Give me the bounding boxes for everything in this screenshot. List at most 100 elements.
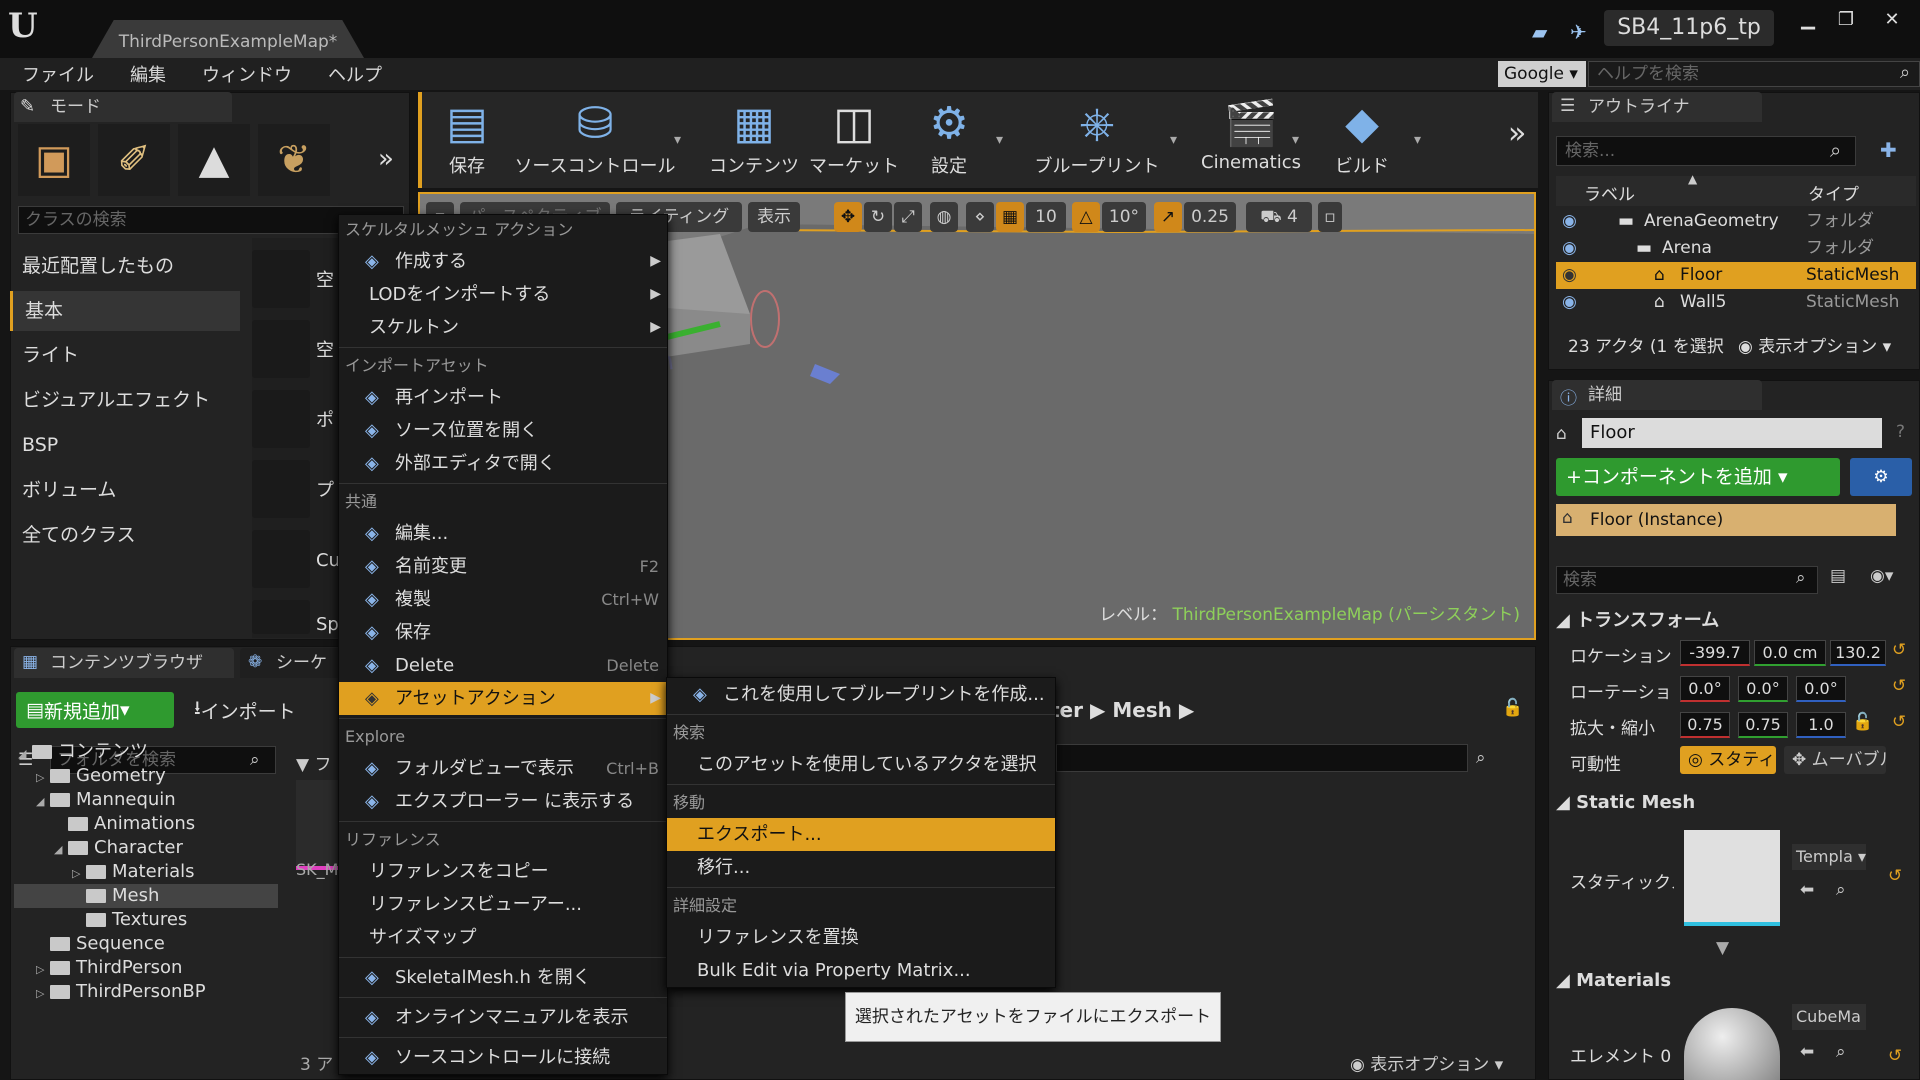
grid-snap-icon[interactable]: ▦ <box>996 202 1024 232</box>
menu-item[interactable]: ◈ 外部エディタで開く <box>339 447 667 480</box>
folder-tree-item[interactable]: Sequence <box>14 932 278 956</box>
rotation-snap-icon[interactable]: △ <box>1072 202 1100 232</box>
folder-tree-item[interactable]: ◢ Mannequin <box>14 788 278 812</box>
location-y[interactable]: 0.0 cm <box>1754 640 1826 666</box>
build-dropdown-icon[interactable]: ▾ <box>1414 132 1421 148</box>
add-component-button[interactable]: +コンポーネントを追加 ▾ <box>1556 458 1840 496</box>
column-label[interactable]: ラベル <box>1584 180 1635 205</box>
reset-icon[interactable]: ↺ <box>1892 712 1906 732</box>
folder-tree-item[interactable]: ▷ ThirdPersonBP <box>14 980 278 1004</box>
transform-section[interactable]: ◢ トランスフォーム <box>1556 606 1719 632</box>
component-instance-row[interactable]: Floor (Instance) <box>1556 504 1896 536</box>
blueprints-button[interactable]: ⎈ ブループリント <box>1028 96 1166 186</box>
close-icon[interactable]: ✕ <box>1876 8 1908 32</box>
breadcrumb-item[interactable]: Mesh <box>1112 698 1172 722</box>
outliner-row[interactable]: ◉ ⌂ Wall5 StaticMesh <box>1556 289 1916 316</box>
tree-expand-icon[interactable]: ◢ <box>54 838 68 862</box>
folder-tree-item[interactable]: Animations <box>14 812 278 836</box>
place-item-thumb[interactable] <box>252 390 310 448</box>
world-space-icon[interactable]: ◍ <box>930 202 958 232</box>
scale-snap-icon[interactable]: ↗ <box>1154 202 1182 232</box>
menu-item[interactable]: リファレンスを置換 <box>667 921 1055 954</box>
menu-edit[interactable]: 編集 <box>130 61 166 87</box>
paint-mode-icon[interactable]: ✐ <box>98 124 170 196</box>
menu-item[interactable]: ◈ Delete Delete <box>339 649 667 682</box>
menu-item[interactable]: ◈ 複製 Ctrl+W <box>339 583 667 616</box>
place-item-thumb[interactable] <box>252 530 310 588</box>
place-item-label[interactable]: Sp <box>316 614 339 635</box>
outliner-row[interactable]: ◉ ⌂ Floor StaticMesh <box>1556 262 1916 289</box>
settings-dropdown-icon[interactable]: ▾ <box>996 132 1003 148</box>
menu-item[interactable]: ◈ ソース位置を開く <box>339 414 667 447</box>
eye-icon[interactable]: ◉▾ <box>1870 566 1893 586</box>
feedback-icon[interactable]: ✈ <box>1570 20 1587 44</box>
folder-tree-item[interactable]: Textures <box>14 908 278 932</box>
build-button[interactable]: ◆ ビルド <box>1320 96 1404 186</box>
menu-file[interactable]: ファイル <box>22 61 94 87</box>
location-x[interactable]: -399.7 <box>1680 640 1750 666</box>
menu-item[interactable]: LODをインポートする ▶ <box>339 278 667 311</box>
mesh-thumbnail[interactable] <box>1684 830 1780 926</box>
menu-item[interactable]: 移行... <box>667 851 1055 884</box>
grid-view-icon[interactable]: ▤ <box>1830 566 1846 586</box>
use-selected-icon[interactable]: ⬅ <box>1800 1042 1814 1062</box>
place-item-thumb[interactable] <box>252 460 310 518</box>
menu-item[interactable]: Bulk Edit via Property Matrix... <box>667 954 1055 987</box>
tree-expand-icon[interactable]: ▷ <box>72 862 86 886</box>
menu-item[interactable]: リファレンスをコピー <box>339 855 667 888</box>
tab-modes[interactable]: モード <box>14 92 232 122</box>
menu-item[interactable]: ◈ 保存 <box>339 616 667 649</box>
add-new-button[interactable]: ▤ 新規追加 ▾ <box>16 692 174 728</box>
landscape-mode-icon[interactable]: ▲ <box>178 124 250 196</box>
help-search-input[interactable]: ヘルプを検索 <box>1588 61 1920 87</box>
menu-item[interactable]: ◈ 作成する ▶ <box>339 245 667 278</box>
help-icon[interactable]: ? <box>1896 422 1905 442</box>
menu-item[interactable]: ◈ フォルダビューで表示 Ctrl+B <box>339 752 667 785</box>
translate-mode-icon[interactable]: ✥ <box>834 202 862 232</box>
outliner-row[interactable]: ◉ ▬ ArenaGeometry フォルダ <box>1556 208 1916 235</box>
place-item-thumb[interactable] <box>252 320 310 378</box>
actor-name-input[interactable]: Floor <box>1582 418 1882 448</box>
cinematics-dropdown-icon[interactable]: ▾ <box>1292 132 1299 148</box>
content-button[interactable]: ▦ コンテンツ <box>708 96 800 186</box>
menu-item[interactable]: ◈ 編集... <box>339 517 667 550</box>
maximize-viewport-icon[interactable]: ▫ <box>1318 202 1342 232</box>
place-item-label[interactable]: 空 <box>316 266 334 292</box>
place-item-label[interactable]: プ <box>316 476 334 502</box>
place-item-thumb[interactable] <box>252 600 310 634</box>
folder-tree-item[interactable]: ▷ ThirdPerson <box>14 956 278 980</box>
menu-help[interactable]: ヘルプ <box>328 61 382 87</box>
import-button[interactable]: ⭳ インポート <box>194 692 296 728</box>
maximize-icon[interactable]: ❐ <box>1830 8 1862 32</box>
scale-mode-icon[interactable]: ⤢ <box>894 202 922 232</box>
mobility-movable-button[interactable]: ✥ ムーバブル <box>1784 746 1886 774</box>
menu-item[interactable]: スケルトン ▶ <box>339 311 667 344</box>
source-control-button[interactable]: ⛁ ソースコントロール <box>510 96 680 186</box>
tree-expand-icon[interactable]: ◢ <box>36 790 50 814</box>
tab-outliner[interactable]: アウトライナ <box>1552 92 1762 122</box>
view-options-button[interactable]: ◉ 表示オプション ▾ <box>1350 1050 1503 1075</box>
add-actor-icon[interactable]: ✚ <box>1880 138 1897 162</box>
camera-speed-button[interactable]: ⛟ 4 <box>1246 202 1312 232</box>
location-label[interactable]: ロケーション <box>1570 642 1672 667</box>
surface-snap-icon[interactable]: ⋄ <box>966 202 994 232</box>
eye-icon[interactable]: ◉ <box>1562 289 1577 316</box>
place-item-label[interactable]: 空 <box>316 336 334 362</box>
menu-item[interactable]: ◈ エクスプローラー に表示する <box>339 785 667 818</box>
expand-icon[interactable]: ▼ <box>1716 938 1729 958</box>
tab-details[interactable]: 詳細 <box>1552 380 1762 410</box>
scale-z[interactable]: 1.0 <box>1796 712 1846 738</box>
reset-icon[interactable]: ↺ <box>1892 640 1906 660</box>
menu-item[interactable]: エクスポート... <box>667 818 1055 851</box>
browse-icon[interactable]: ⌕ <box>1836 880 1846 900</box>
static-mesh-section[interactable]: ◢ Static Mesh <box>1556 792 1695 813</box>
folder-tree-item[interactable]: ◢ Character <box>14 836 278 860</box>
reset-icon[interactable]: ↺ <box>1888 866 1902 886</box>
save-button[interactable]: ▤ 保存 <box>432 96 502 186</box>
scale-label[interactable]: 拡大・縮小 <box>1570 714 1672 739</box>
use-selected-icon[interactable]: ⬅ <box>1800 880 1814 900</box>
menu-item[interactable]: ◈ 再インポート <box>339 381 667 414</box>
scale-snap-value[interactable]: 0.25 <box>1184 202 1236 232</box>
minimize-icon[interactable]: ▁ <box>1792 8 1824 32</box>
category-lights[interactable]: ライト <box>10 335 240 375</box>
